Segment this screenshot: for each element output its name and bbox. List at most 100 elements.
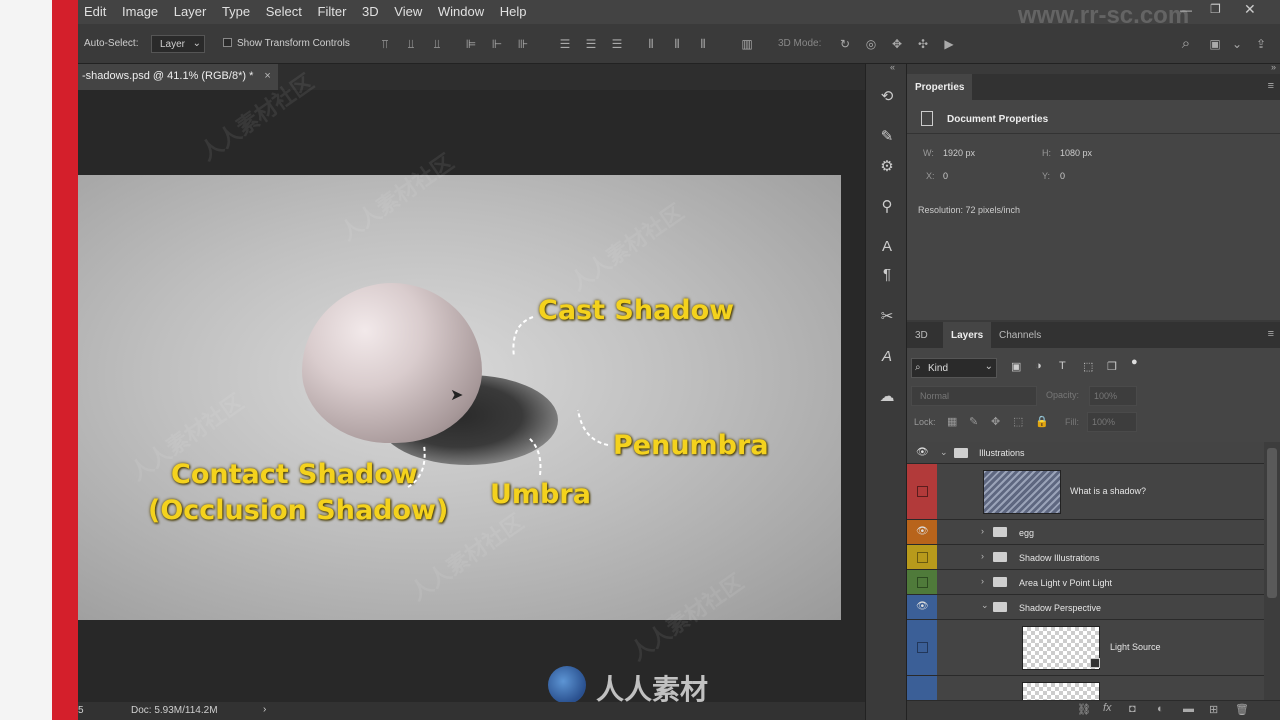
menu-3d[interactable]: 3D — [356, 0, 385, 19]
close-tab-icon[interactable]: × — [264, 70, 270, 82]
distribute-top-icon[interactable]: ☰ — [558, 37, 572, 51]
filter-smart-object-icon[interactable]: ❐ — [1107, 360, 1117, 373]
visibility-toggle[interactable] — [917, 577, 928, 588]
visibility-toggle[interactable] — [917, 552, 928, 563]
fx-icon[interactable]: fx — [1103, 702, 1112, 714]
chevron-right-icon[interactable]: › — [981, 551, 984, 561]
align-left-icon[interactable]: ⊫ — [464, 37, 478, 51]
align-vcenter-icon[interactable]: ⫫ — [404, 37, 418, 51]
menu-select[interactable]: Select — [260, 0, 308, 19]
filter-toggle-icon[interactable]: ● — [1131, 356, 1138, 368]
3d-orbit-icon[interactable]: ↻ — [838, 37, 852, 51]
clone-source-icon[interactable]: ⚲ — [876, 196, 898, 218]
chevron-right-icon[interactable]: › — [263, 704, 266, 715]
expand-icon[interactable]: » — [1271, 62, 1276, 72]
menu-image[interactable]: Image — [116, 0, 164, 19]
tab-layers[interactable]: Layers — [943, 322, 992, 348]
panel-menu-icon[interactable]: ≡ — [1268, 80, 1274, 92]
delete-layer-icon[interactable]: 🗑 — [1235, 703, 1249, 716]
x-value[interactable]: 0 — [943, 171, 948, 181]
add-mask-icon[interactable]: ◘ — [1129, 703, 1136, 715]
tab-properties[interactable]: Properties — [907, 74, 973, 100]
layer-row-what-is-a-shadow[interactable]: What is a shadow? — [907, 464, 1264, 520]
history-icon[interactable]: ⟲ — [876, 86, 898, 108]
opacity-field[interactable]: 100% — [1089, 386, 1137, 406]
lock-artboard-icon[interactable]: ⬚ — [1013, 415, 1023, 428]
layer-row-light-source[interactable]: Light Source — [907, 620, 1264, 676]
search-icon[interactable]: ⌕ — [1179, 36, 1193, 51]
fill-field[interactable]: 100% — [1087, 412, 1137, 432]
lock-all-icon[interactable]: 🔒 — [1035, 415, 1049, 428]
distribute-vcenter-icon[interactable]: ☰ — [584, 37, 598, 51]
chevron-down-icon[interactable]: ⌄ — [981, 600, 989, 611]
document-canvas-image[interactable]: Cast Shadow Penumbra Umbra Contact Shado… — [78, 175, 841, 620]
libraries-icon[interactable]: ☁ — [876, 386, 898, 408]
paragraph-icon[interactable]: ¶ — [876, 264, 898, 286]
3d-roll-icon[interactable]: ◎ — [864, 37, 878, 51]
y-value[interactable]: 0 — [1060, 171, 1065, 181]
restore-icon[interactable]: ❐ — [1210, 2, 1221, 16]
eye-icon[interactable]: 👁 — [916, 526, 929, 537]
filter-adjustment-icon[interactable]: ◑ — [1035, 360, 1042, 372]
panel-menu-icon[interactable]: ≡ — [1268, 328, 1274, 340]
distribute-hcenter-icon[interactable]: ⦀ — [670, 37, 684, 51]
menu-view[interactable]: View — [388, 0, 428, 19]
distribute-left-icon[interactable]: ⦀ — [644, 37, 658, 51]
layers-scrollbar[interactable] — [1264, 442, 1280, 720]
scrollbar-thumb[interactable] — [1267, 448, 1277, 598]
close-icon[interactable]: ✕ — [1244, 1, 1256, 18]
3d-slide-icon[interactable]: ✣ — [916, 37, 930, 51]
menu-help[interactable]: Help — [494, 0, 533, 19]
distribute-right-icon[interactable]: ⦀ — [696, 37, 710, 51]
chevron-down-icon[interactable]: ⌄ — [1230, 37, 1244, 51]
3d-scale-icon[interactable]: ▶ — [942, 37, 956, 51]
lock-transparent-icon[interactable]: ▦ — [947, 415, 957, 428]
width-value[interactable]: 1920 px — [943, 148, 975, 158]
chevron-down-icon[interactable]: ⌄ — [940, 447, 948, 458]
3d-pan-icon[interactable]: ✥ — [890, 37, 904, 51]
share-icon[interactable]: ⇪ — [1254, 37, 1268, 51]
glyphs-icon[interactable]: A — [876, 346, 898, 368]
eye-icon[interactable]: 👁 — [916, 447, 929, 458]
filter-type-icon[interactable]: T — [1059, 360, 1066, 372]
filter-pixel-icon[interactable]: ▣ — [1011, 360, 1021, 373]
auto-select-dropdown[interactable]: Layer ⌄ — [151, 35, 205, 53]
brush-presets-icon[interactable]: ✎ — [876, 126, 898, 148]
menu-filter[interactable]: Filter — [312, 0, 353, 19]
height-value[interactable]: 1080 px — [1060, 148, 1092, 158]
blend-mode-dropdown[interactable]: Normal — [911, 386, 1037, 406]
status-zoom[interactable]: 5 — [78, 705, 84, 716]
menu-edit[interactable]: Edit — [78, 0, 112, 19]
menu-window[interactable]: Window — [432, 0, 490, 19]
collapse-icon[interactable]: « — [890, 62, 895, 72]
distribute-bottom-icon[interactable]: ☰ — [610, 37, 624, 51]
align-right-icon[interactable]: ⊪ — [516, 37, 530, 51]
chevron-right-icon[interactable]: › — [981, 576, 984, 586]
lock-pixels-icon[interactable]: ✎ — [969, 415, 978, 428]
character-icon[interactable]: A — [876, 236, 898, 258]
link-layers-icon[interactable]: ⛓ — [1077, 703, 1091, 716]
layer-row-shadow-illustrations[interactable]: › Shadow Illustrations — [907, 545, 1264, 570]
visibility-toggle[interactable] — [917, 486, 928, 497]
filter-shape-icon[interactable]: ⬚ — [1083, 360, 1093, 373]
auto-align-icon[interactable]: ▥ — [740, 37, 754, 51]
show-transform-checkbox[interactable] — [223, 38, 232, 47]
document-tab[interactable]: -shadows.psd @ 41.1% (RGB/8*) * × — [78, 64, 278, 90]
align-hcenter-icon[interactable]: ⊩ — [490, 37, 504, 51]
tab-3d[interactable]: 3D — [907, 322, 936, 349]
chevron-right-icon[interactable]: › — [981, 526, 984, 536]
align-bottom-icon[interactable]: ⫫ — [430, 37, 444, 51]
visibility-toggle[interactable] — [917, 642, 928, 653]
eye-icon[interactable]: 👁 — [916, 601, 929, 612]
filter-kind-dropdown[interactable]: ⌕ Kind ⌄ — [911, 358, 997, 378]
adjustments-icon[interactable]: ⚙ — [876, 156, 898, 178]
workspace-icon[interactable]: ▣ — [1208, 37, 1222, 51]
new-layer-icon[interactable]: ⊞ — [1209, 703, 1218, 716]
layer-row-shadow-perspective[interactable]: 👁 ⌄ Shadow Perspective — [907, 595, 1264, 620]
tool-presets-icon[interactable]: ✂ — [876, 306, 898, 328]
minimize-icon[interactable]: — — [1180, 3, 1192, 17]
layer-row-area-light[interactable]: › Area Light v Point Light — [907, 570, 1264, 595]
new-group-icon[interactable]: ▬ — [1183, 703, 1194, 715]
align-top-icon[interactable]: ⫪ — [378, 37, 392, 51]
menu-type[interactable]: Type — [216, 0, 256, 19]
